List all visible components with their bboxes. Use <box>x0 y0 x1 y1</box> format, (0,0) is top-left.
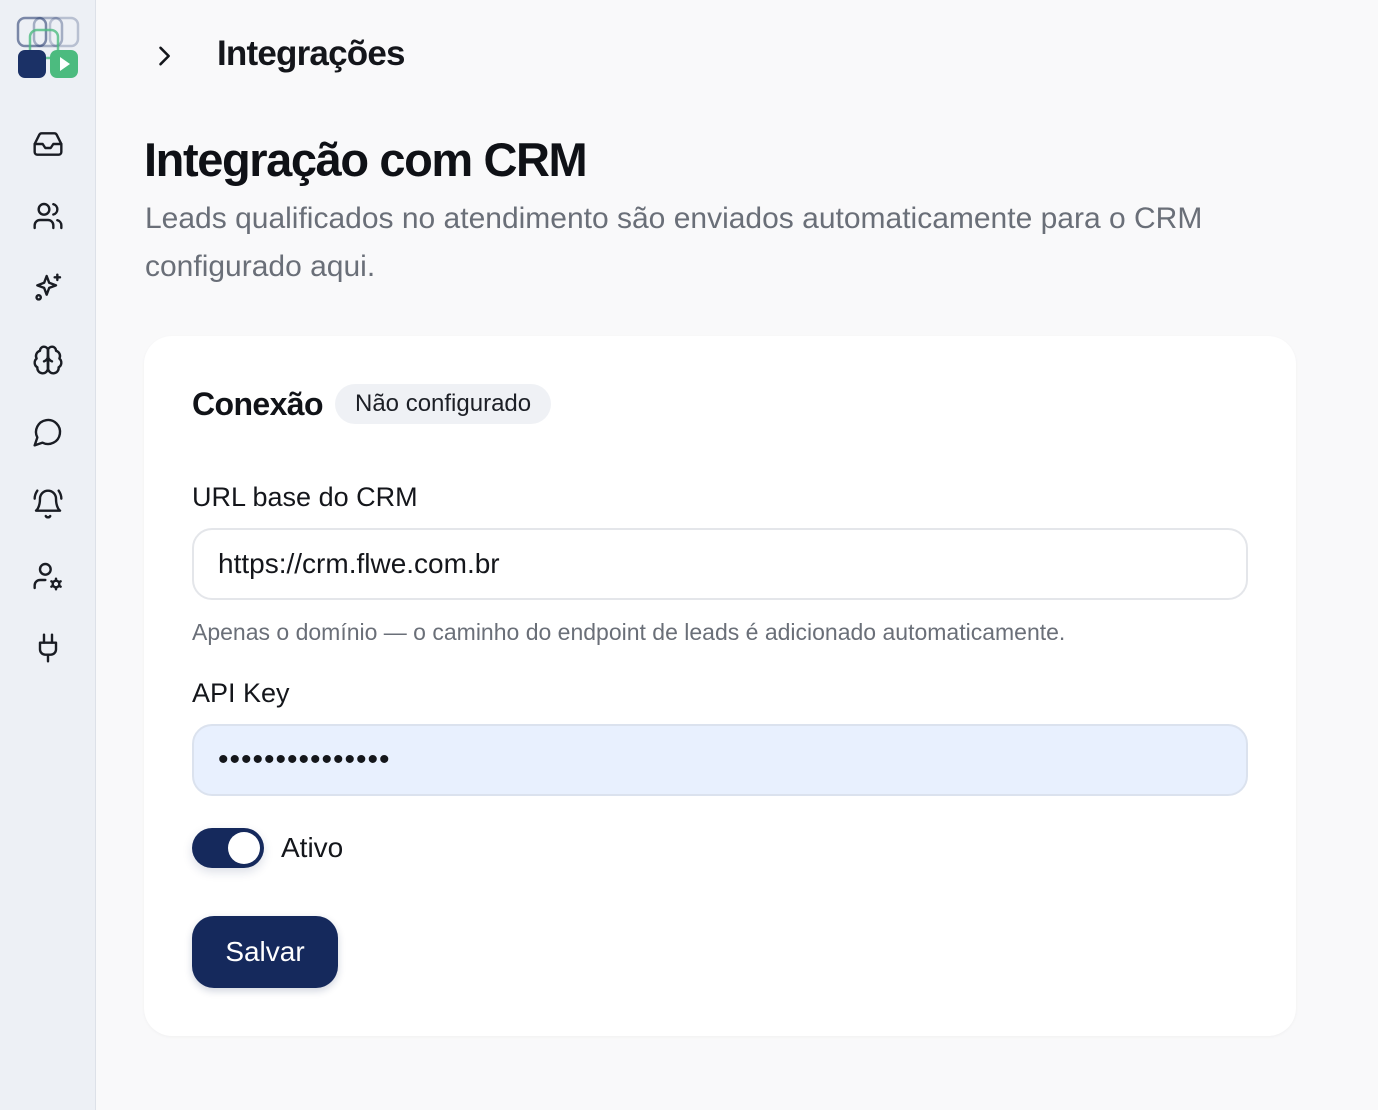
inbox-icon <box>33 132 63 156</box>
nav-contacts[interactable] <box>24 192 72 240</box>
page-description: Leads qualificados no atendimento são en… <box>145 202 1203 283</box>
nav-conversations[interactable] <box>24 408 72 456</box>
url-hint: Apenas o domínio — o caminho do endpoint… <box>192 619 1066 645</box>
plug-icon <box>38 633 58 663</box>
api-key-label: API Key <box>192 678 290 708</box>
nav-knowledge[interactable] <box>24 336 72 384</box>
user-cog-icon <box>33 562 62 591</box>
connection-card: Conexão Não configurado URL base do CRM … <box>144 336 1296 1036</box>
brain-icon <box>33 345 63 375</box>
nav-integrations[interactable] <box>24 624 72 672</box>
nav-ai[interactable] <box>24 264 72 312</box>
url-label: URL base do CRM <box>192 482 418 512</box>
app-logo[interactable] <box>16 16 80 80</box>
bell-ring-icon <box>33 489 63 519</box>
nav-inbox[interactable] <box>24 120 72 168</box>
nav-user-settings[interactable] <box>24 552 72 600</box>
card-title: Conexão <box>192 386 324 422</box>
api-key-input[interactable]: ••••••••••••••• <box>192 724 1248 796</box>
active-toggle-label: Ativo <box>281 832 344 863</box>
save-button[interactable]: Salvar <box>192 916 338 988</box>
toggle-knob <box>228 832 260 864</box>
chevron-right-icon <box>159 46 170 66</box>
users-icon <box>33 202 63 230</box>
status-badge: Não configurado <box>335 384 552 424</box>
url-input[interactable]: https://crm.flwe.com.br <box>192 528 1248 600</box>
sidebar <box>0 0 96 1110</box>
nav-alerts[interactable] <box>24 480 72 528</box>
active-toggle[interactable] <box>192 828 264 868</box>
header-title: Integrações <box>217 34 405 73</box>
message-circle-icon <box>33 418 62 447</box>
sidebar-toggle-button[interactable] <box>148 40 180 72</box>
sparkles-icon <box>35 273 62 301</box>
page-title: Integração com CRM <box>144 133 588 186</box>
